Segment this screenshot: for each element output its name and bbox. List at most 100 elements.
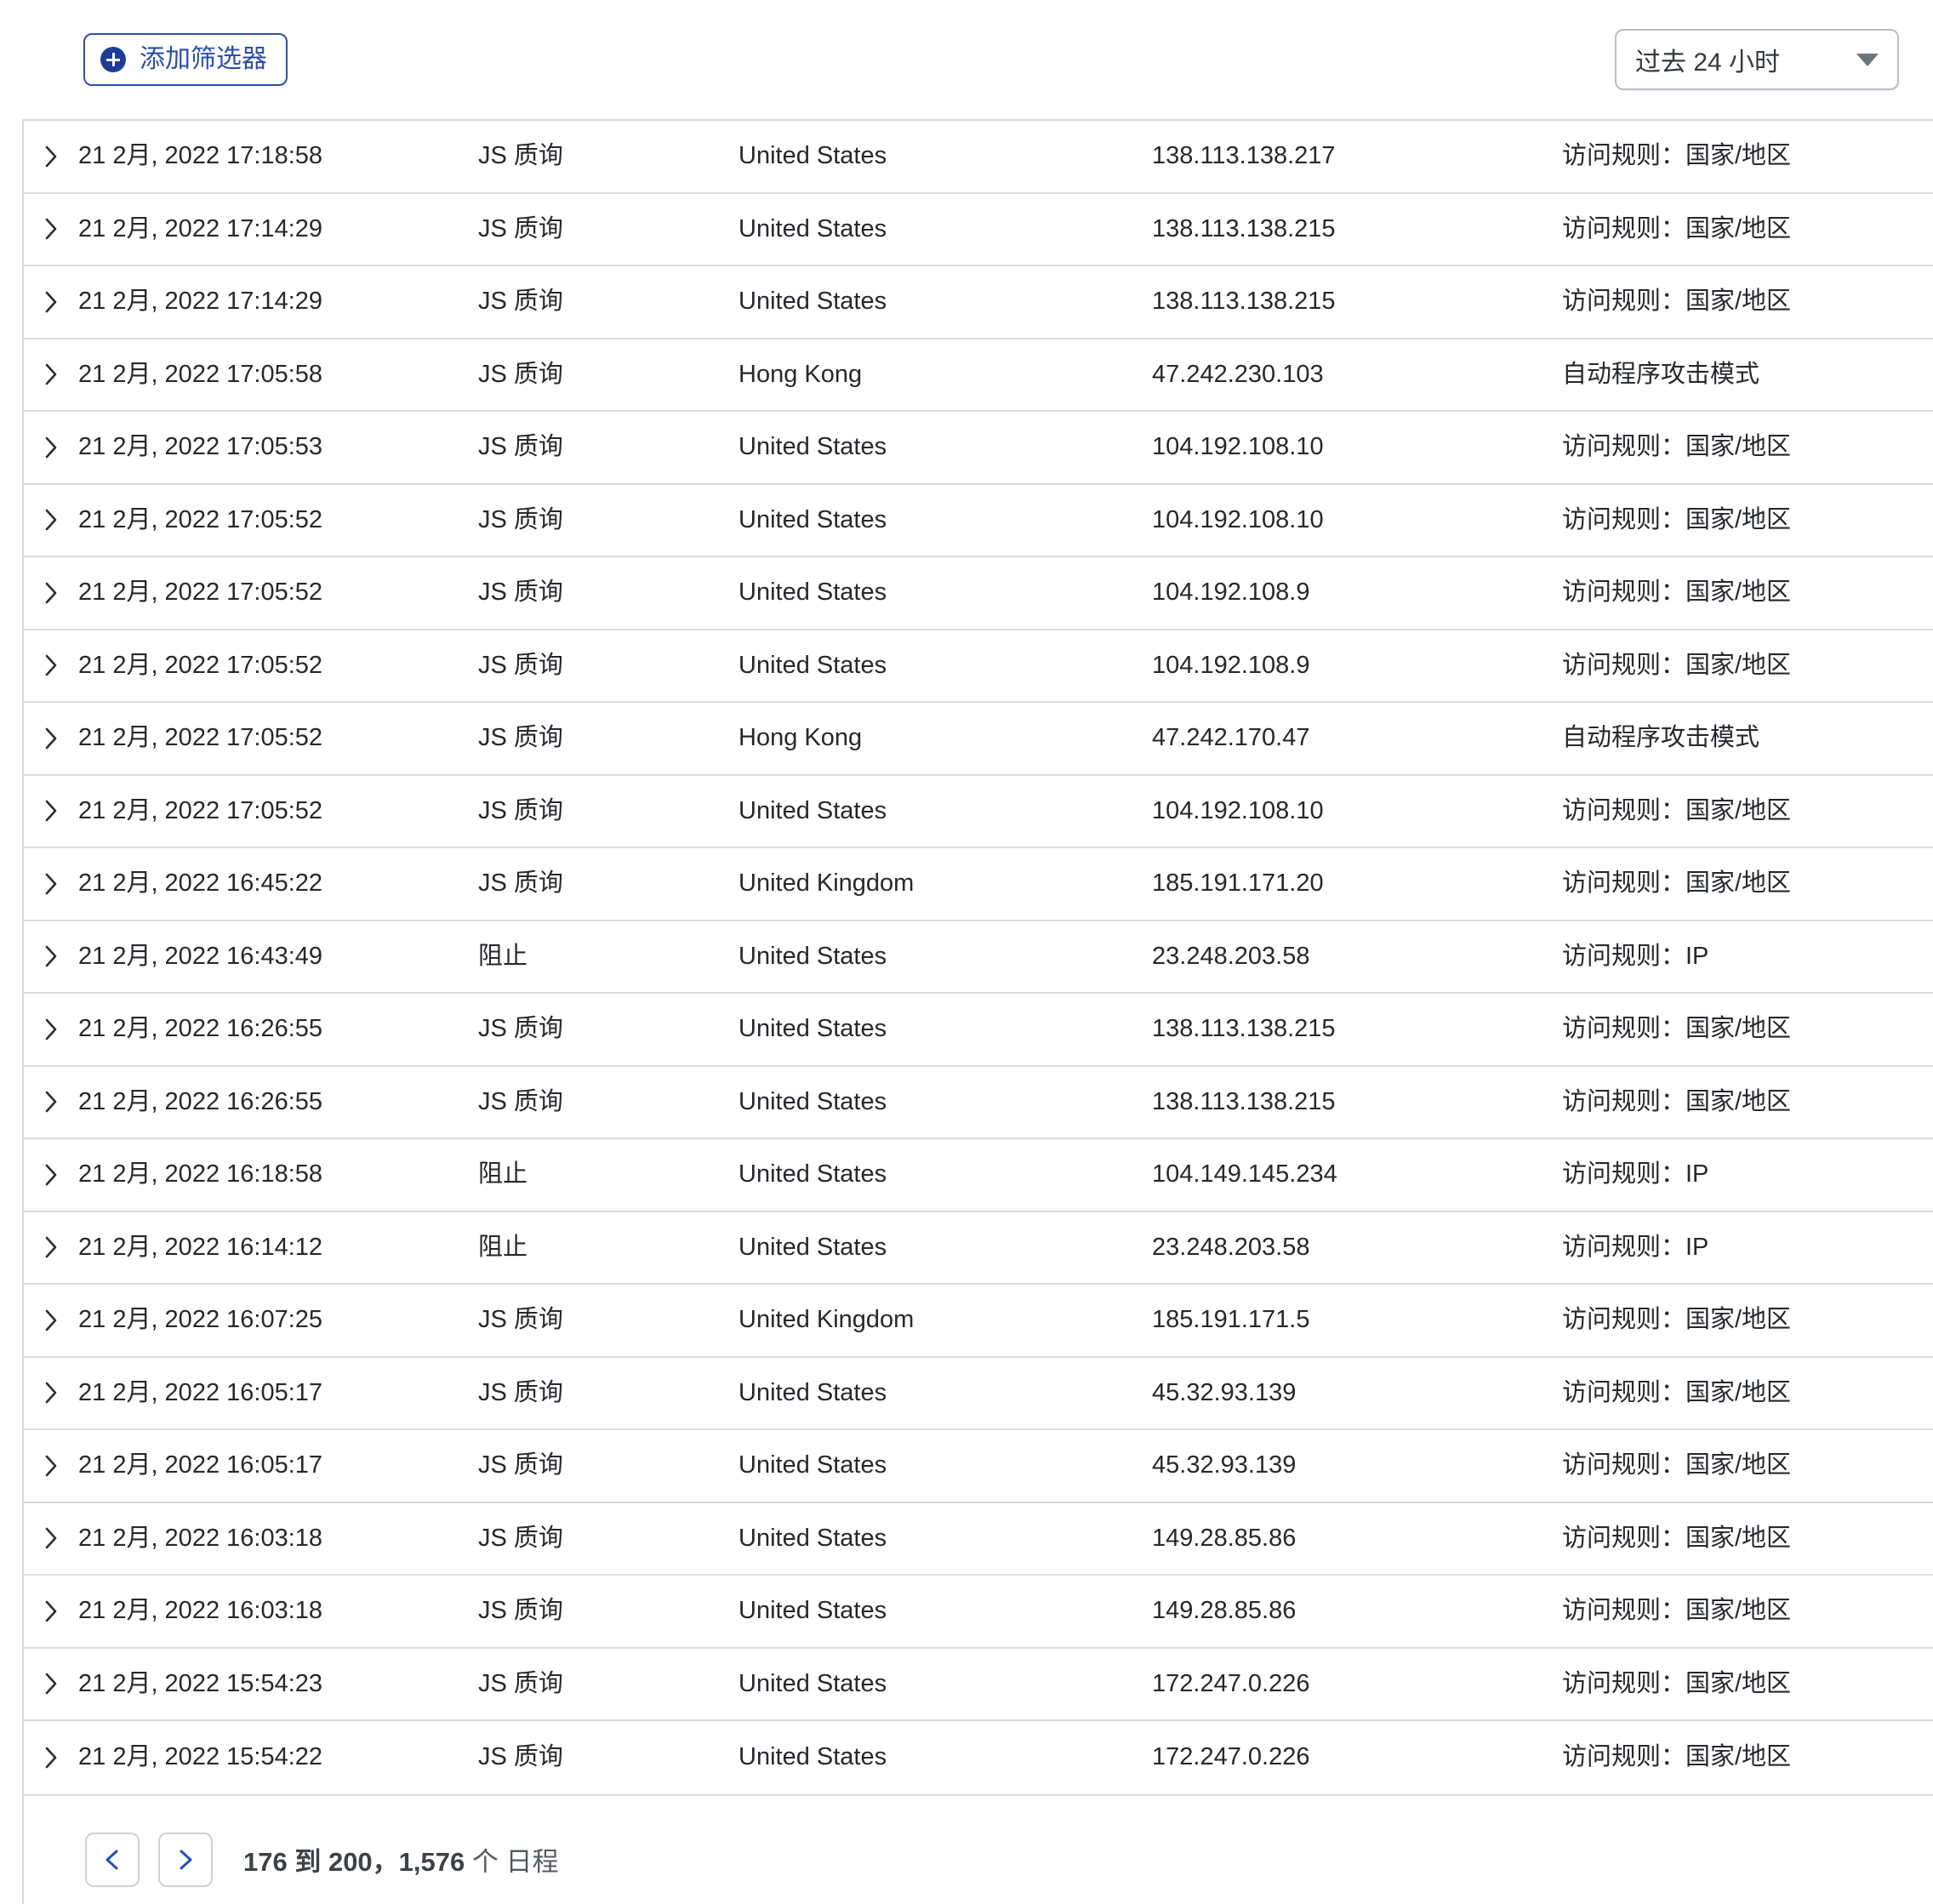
row-expand-button[interactable] [24, 1015, 78, 1044]
row-expand-button[interactable] [24, 433, 78, 462]
row-expand-button[interactable] [24, 724, 78, 753]
row-expand-button[interactable] [24, 288, 78, 316]
chevron-right-icon [45, 1236, 57, 1258]
pagination-bar: 176 到 200，1,576 个 日程 [24, 1793, 1933, 1904]
row-expand-button[interactable] [24, 1524, 78, 1553]
row-country: United States [738, 288, 887, 316]
row-rule: 访问规则：国家/地区 [1562, 1087, 1792, 1115]
chevron-right-icon [45, 800, 57, 822]
row-ip: 138.113.138.217 [1152, 142, 1336, 170]
row-country: Hong Kong [738, 724, 863, 752]
row-ip: 172.247.0.226 [1152, 1669, 1310, 1697]
row-expand-button[interactable] [24, 579, 78, 607]
table-row[interactable]: 21 2月, 2022 17:05:58 JS 质询 Hong Kong 47.242… [24, 339, 1933, 412]
row-expand-button[interactable] [24, 1597, 78, 1626]
chevron-right-icon [45, 727, 57, 750]
chevron-right-icon [45, 1600, 57, 1622]
pagination-summary: 176 到 200，1,576 个 日程 [243, 1840, 559, 1878]
table-row[interactable]: 21 2月, 2022 16:07:25 JS 质询 United Kingdom 1… [24, 1285, 1933, 1358]
row-country: United States [738, 1378, 887, 1406]
row-country: United Kingdom [738, 869, 915, 898]
table-row[interactable]: 21 2月, 2022 16:26:55 JS 质询 United States 13… [24, 994, 1933, 1067]
row-time: 21 2月, 2022 17:05:53 [78, 433, 323, 461]
row-time: 21 2月, 2022 17:14:29 [78, 288, 323, 316]
row-expand-button[interactable] [24, 505, 78, 534]
row-ip: 172.247.0.226 [1152, 1743, 1310, 1771]
row-country: United States [738, 1087, 887, 1115]
next-page-button[interactable] [158, 1832, 213, 1887]
row-expand-button[interactable] [24, 1160, 78, 1189]
time-range-value: 过去 24 小时 [1635, 48, 1781, 77]
table-row[interactable]: 21 2月, 2022 17:05:53 JS 质询 United States 10… [24, 412, 1933, 485]
table-row[interactable]: 21 2月, 2022 16:18:58 阻止 United States 104.1… [24, 1139, 1933, 1212]
row-country: United States [738, 142, 887, 170]
row-ip: 104.192.108.9 [1152, 579, 1310, 607]
row-country: United States [738, 214, 887, 242]
row-ip: 47.242.170.47 [1152, 724, 1310, 752]
row-time: 21 2月, 2022 16:03:18 [78, 1524, 323, 1552]
events-table: 21 2月, 2022 17:18:58 JS 质询 United States 13… [22, 119, 1933, 1904]
row-expand-button[interactable] [24, 1669, 78, 1698]
row-ip: 185.191.171.5 [1152, 1306, 1310, 1334]
row-time: 21 2月, 2022 15:54:22 [78, 1743, 323, 1771]
chevron-right-icon [45, 945, 57, 967]
row-action: JS 质询 [478, 214, 563, 242]
row-country: United States [738, 942, 887, 970]
row-rule: 访问规则：国家/地区 [1562, 1306, 1792, 1334]
previous-page-button[interactable] [85, 1832, 140, 1887]
table-row[interactable]: 21 2月, 2022 17:05:52 JS 质询 Hong Kong 47.242… [24, 703, 1933, 776]
table-row[interactable]: 21 2月, 2022 17:05:52 JS 质询 United States 10… [24, 484, 1933, 557]
table-row[interactable]: 21 2月, 2022 16:43:49 阻止 United States 23.24… [24, 921, 1933, 994]
row-time: 21 2月, 2022 17:18:58 [78, 142, 323, 170]
row-country: Hong Kong [738, 360, 863, 388]
add-filter-button[interactable]: 添加筛选器 [83, 33, 288, 86]
row-time: 21 2月, 2022 16:05:17 [78, 1451, 323, 1479]
table-row[interactable]: 21 2月, 2022 16:03:18 JS 质询 United States 14… [24, 1502, 1933, 1576]
pagination-suffix: 个 日程 [471, 1847, 559, 1877]
table-row[interactable]: 21 2月, 2022 15:54:23 JS 质询 United States 17… [24, 1648, 1933, 1721]
row-expand-button[interactable] [24, 142, 78, 171]
time-range-select[interactable]: 过去 24 小时 [1615, 29, 1899, 90]
table-row[interactable]: 21 2月, 2022 17:05:52 JS 质询 United States 10… [24, 557, 1933, 630]
row-expand-button[interactable] [24, 1233, 78, 1262]
row-expand-button[interactable] [24, 1743, 78, 1772]
table-row[interactable]: 21 2月, 2022 17:05:52 JS 质询 United States 10… [24, 630, 1933, 703]
row-action: JS 质询 [478, 142, 563, 170]
table-row[interactable]: 21 2月, 2022 16:14:12 阻止 United States 23.24… [24, 1211, 1933, 1285]
table-row[interactable]: 21 2月, 2022 17:05:52 JS 质询 United States 10… [24, 775, 1933, 848]
row-rule: 自动程序攻击模式 [1562, 724, 1760, 752]
row-country: United States [738, 579, 887, 607]
row-expand-button[interactable] [24, 942, 78, 971]
row-expand-button[interactable] [24, 651, 78, 680]
row-rule: 访问规则：国家/地区 [1562, 651, 1792, 679]
row-country: United States [738, 796, 887, 824]
row-expand-button[interactable] [24, 1087, 78, 1116]
table-row[interactable]: 21 2月, 2022 17:14:29 JS 质询 United States 13… [24, 193, 1933, 266]
row-expand-button[interactable] [24, 1306, 78, 1335]
row-rule: 访问规则：国家/地区 [1562, 505, 1792, 533]
row-country: United States [738, 1524, 887, 1552]
row-expand-button[interactable] [24, 1451, 78, 1480]
row-expand-button[interactable] [24, 1378, 78, 1407]
row-expand-button[interactable] [24, 796, 78, 825]
table-row[interactable]: 21 2月, 2022 16:03:18 JS 质询 United States 14… [24, 1576, 1933, 1649]
table-row[interactable]: 21 2月, 2022 16:05:17 JS 质询 United States 45… [24, 1430, 1933, 1503]
table-row[interactable]: 21 2月, 2022 17:14:29 JS 质询 United States 13… [24, 266, 1933, 339]
row-country: United Kingdom [738, 1306, 915, 1334]
table-row[interactable]: 21 2月, 2022 16:05:17 JS 质询 United States 45… [24, 1357, 1933, 1430]
chevron-right-icon [45, 509, 57, 531]
chevron-right-icon [45, 1309, 57, 1331]
table-row[interactable]: 21 2月, 2022 16:45:22 JS 质询 United Kingdom 1… [24, 848, 1933, 921]
row-time: 21 2月, 2022 17:14:29 [78, 214, 323, 242]
chevron-right-icon [45, 291, 57, 313]
table-row[interactable]: 21 2月, 2022 15:54:22 JS 质询 United States 17… [24, 1721, 1933, 1794]
row-expand-button[interactable] [24, 869, 78, 898]
table-row[interactable]: 21 2月, 2022 16:26:55 JS 质询 United States 13… [24, 1066, 1933, 1139]
row-country: United States [738, 1597, 887, 1625]
table-row[interactable]: 21 2月, 2022 17:18:58 JS 质询 United States 13… [24, 121, 1933, 194]
row-rule: 访问规则：国家/地区 [1562, 142, 1792, 170]
row-expand-button[interactable] [24, 360, 78, 389]
row-expand-button[interactable] [24, 214, 78, 243]
row-ip: 138.113.138.215 [1152, 1087, 1336, 1115]
row-ip: 45.32.93.139 [1152, 1451, 1297, 1479]
